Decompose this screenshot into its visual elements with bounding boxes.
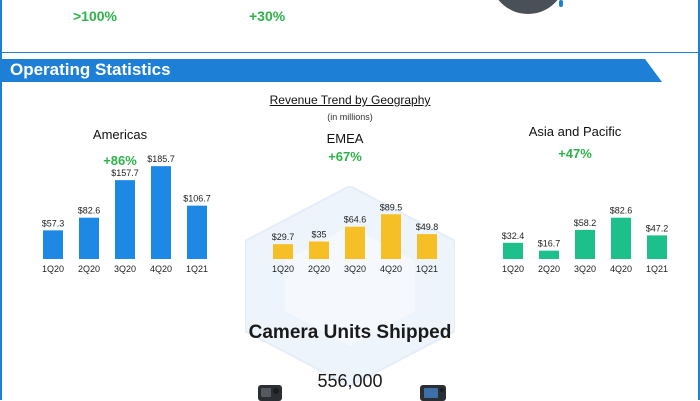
- bar-2q20: [539, 250, 559, 259]
- bar-value-label: $29.7: [272, 232, 295, 242]
- x-tick-label: 4Q20: [380, 264, 402, 274]
- camera-icon-left: [258, 385, 282, 401]
- bar-3q20: [575, 229, 595, 259]
- bar-3q20: [115, 180, 135, 259]
- section-banner: Operating Statistics: [0, 59, 662, 82]
- bar-value-label: $89.5: [380, 202, 403, 212]
- bar-value-label: $58.2: [574, 218, 597, 228]
- emea-bar-chart: $29.7 1Q20 $35 2Q20 $64.6 3Q20 $89.5 4Q20 $49.8 1…: [272, 202, 439, 274]
- bar-value-label: $82.6: [610, 206, 633, 216]
- bar-value-label: $35: [311, 230, 326, 240]
- x-tick-label: 2Q20: [78, 264, 100, 274]
- section-divider: [0, 52, 700, 53]
- x-tick-label: 1Q20: [42, 264, 64, 274]
- bar-value-label: $106.7: [183, 194, 211, 204]
- bar-4q20: [611, 217, 631, 259]
- bar-1q21: [417, 234, 437, 259]
- bar-2q20: [79, 217, 99, 259]
- x-tick-label: 3Q20: [114, 264, 136, 274]
- bar-4q20: [151, 166, 171, 259]
- camera-units-count: 556,000: [317, 371, 383, 391]
- americas-bar-chart: $57.3 1Q20 $82.6 2Q20 $157.7 3Q20 $185.7 4Q20 $1…: [42, 154, 211, 274]
- section-title: Operating Statistics: [10, 60, 171, 79]
- x-tick-label: 4Q20: [150, 264, 172, 274]
- donut-chart-fragment: [490, 0, 566, 14]
- bar-1q20: [43, 230, 63, 259]
- bar-1q20: [503, 242, 523, 259]
- apac-title: Asia and Pacific: [528, 124, 622, 139]
- bar-value-label: $32.4: [502, 231, 525, 241]
- x-tick-label: 2Q20: [538, 264, 560, 274]
- camera-units-title: Camera Units Shipped: [248, 322, 452, 343]
- bar-value-label: $82.6: [78, 206, 101, 216]
- x-tick-label: 1Q20: [502, 264, 524, 274]
- bar-1q21: [187, 205, 207, 259]
- trend-title: Revenue Trend by Geography: [269, 93, 431, 107]
- x-tick-label: 1Q21: [646, 264, 668, 274]
- growth-right-value: +30%: [249, 8, 286, 24]
- donut-accent-segment: [559, 0, 563, 7]
- x-tick-label: 1Q21: [416, 264, 438, 274]
- bar-value-label: $157.7: [111, 168, 139, 178]
- trend-subtitle: (in millions): [327, 112, 373, 122]
- bar-3q20: [345, 226, 365, 259]
- bar-4q20: [381, 214, 401, 259]
- camera-icon-right: [420, 385, 446, 401]
- bar-1q20: [273, 244, 293, 259]
- x-tick-label: 3Q20: [574, 264, 596, 274]
- bar-value-label: $57.3: [42, 218, 65, 228]
- growth-left-value: >100%: [73, 8, 117, 24]
- x-tick-label: 3Q20: [344, 264, 366, 274]
- x-tick-label: 1Q21: [186, 264, 208, 274]
- x-tick-label: 1Q20: [272, 264, 294, 274]
- bar-value-label: $16.7: [538, 239, 561, 249]
- apac-bar-chart: $32.4 1Q20 $16.7 2Q20 $58.2 3Q20 $82.6 4Q20 $47.…: [502, 206, 669, 274]
- bar-1q21: [647, 235, 667, 259]
- bar-2q20: [309, 241, 329, 259]
- x-tick-label: 2Q20: [308, 264, 330, 274]
- bar-value-label: $64.6: [344, 215, 367, 225]
- bar-value-label: $185.7: [147, 154, 175, 164]
- x-tick-label: 4Q20: [610, 264, 632, 274]
- bar-value-label: $47.2: [646, 223, 669, 233]
- bar-value-label: $49.8: [416, 222, 439, 232]
